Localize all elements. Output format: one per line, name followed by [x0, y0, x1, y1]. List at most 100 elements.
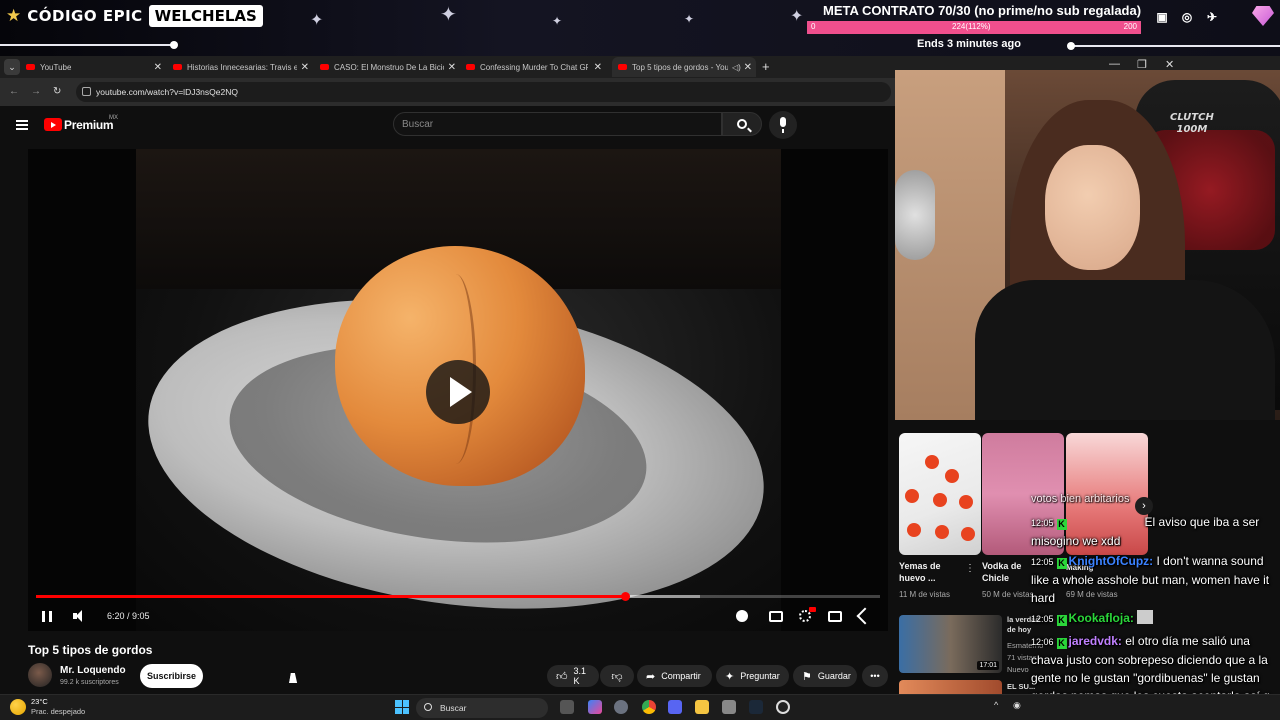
theater-icon — [828, 610, 842, 622]
dislike-button[interactable]: 👎︎ — [600, 665, 634, 687]
pause-button[interactable] — [42, 608, 52, 624]
streamer-face — [1045, 145, 1140, 270]
sparkle-icon: ✦ — [440, 4, 457, 26]
tab-top5-active[interactable]: Top 5 tipos de gordos - You ◁) ✕ — [612, 57, 756, 77]
like-button[interactable]: 👍︎ 3.1 K — [547, 665, 599, 687]
tab-caso[interactable]: CASO: El Monstruo De La Bicicl ✕ — [320, 57, 460, 77]
youtube-page: Premium MX Buscar 6:20 / 9:05 Top 5 tipo… — [0, 106, 895, 694]
chrome-icon[interactable] — [642, 700, 656, 714]
thumbs-down-icon: 👎︎ — [611, 670, 623, 683]
subtitles-button[interactable] — [769, 608, 783, 624]
twitch-icon: ▣ — [1156, 10, 1168, 24]
subscriber-count: 99.2 k suscriptores — [60, 679, 119, 686]
url-field[interactable]: youtube.com/watch?v=lDJ3nsQe2NQ — [76, 82, 891, 102]
sparkle-icon: ✦ — [310, 12, 324, 29]
obs-icon[interactable] — [776, 700, 790, 714]
weather-icon[interactable] — [10, 699, 26, 715]
youtube-favicon-icon — [173, 64, 182, 70]
channel-name[interactable]: Mr. Loquendo — [60, 665, 126, 676]
close-tab-icon[interactable]: ✕ — [154, 62, 162, 73]
search-icon — [737, 119, 747, 129]
video-player[interactable]: 6:20 / 9:05 — [28, 149, 888, 631]
minimize-icon[interactable]: — — [1109, 58, 1120, 70]
short-title[interactable]: Vodka de Chicle — [982, 560, 1030, 584]
app-icon[interactable] — [722, 700, 736, 714]
mute-button[interactable] — [73, 608, 87, 624]
star-icon: ★ — [6, 6, 22, 25]
forward-icon[interactable]: → — [31, 86, 41, 97]
voice-search-button[interactable] — [769, 111, 797, 139]
browser-address-bar: ← → ↻ youtube.com/watch?v=lDJ3nsQe2NQ — [0, 78, 895, 106]
youtube-logo-icon[interactable] — [44, 118, 62, 131]
short-thumbnail[interactable] — [899, 433, 981, 555]
close-tab-icon[interactable]: ✕ — [301, 62, 309, 73]
channel-avatar[interactable] — [28, 663, 52, 687]
fullscreen-button[interactable] — [856, 607, 874, 625]
short-views: 11 M de vistas — [899, 590, 950, 599]
windows-taskbar: 23°C Prac. despejado Buscar ^ ◉ — [0, 694, 1280, 720]
taskbar-search[interactable]: Buscar — [416, 698, 548, 718]
tab-confessing[interactable]: Confessing Murder To Chat GPT ✕ — [466, 57, 606, 77]
settings-button[interactable] — [799, 607, 816, 624]
back-icon[interactable]: ← — [9, 86, 19, 97]
more-actions-button[interactable]: ••• — [862, 665, 888, 687]
url-text: youtube.com/watch?v=lDJ3nsQe2NQ — [96, 87, 238, 97]
subscribe-button[interactable]: Suscribirse — [140, 664, 203, 688]
stream-overlay-header: ★ CÓDIGO EPIC WELCHELAS ✦ ✦ ✦ ✦ ✦ META C… — [0, 0, 1280, 702]
close-tab-icon[interactable]: ✕ — [744, 62, 752, 73]
search-button[interactable] — [722, 112, 762, 136]
youtube-favicon-icon — [26, 64, 35, 70]
weather-temperature[interactable]: 23°C — [31, 697, 48, 706]
goal-min: 0 — [811, 22, 816, 31]
task-view-icon[interactable] — [560, 700, 574, 714]
close-tab-icon[interactable]: ✕ — [448, 62, 456, 73]
sparkle-icon: ✦ — [552, 14, 563, 28]
theater-button[interactable] — [828, 608, 842, 624]
chat-badge-icon: K — [1056, 615, 1067, 626]
discord-icon[interactable] — [668, 700, 682, 714]
copilot-icon[interactable] — [588, 700, 602, 714]
short-title[interactable]: Yemas de huevo ... — [899, 560, 959, 584]
gem-icon — [1252, 6, 1274, 26]
reload-icon[interactable]: ↻ — [53, 86, 61, 97]
search-input[interactable]: Buscar — [393, 112, 722, 136]
settings-app-icon[interactable] — [614, 700, 628, 714]
fullscreen-icon — [856, 607, 874, 625]
recommended-video-thumbnail[interactable]: 17:01 — [899, 615, 1002, 673]
close-tab-icon[interactable]: ✕ — [594, 62, 602, 73]
chair-logo: CLUTCH 100M — [1170, 112, 1214, 135]
weather-description[interactable]: Prac. despejado — [31, 707, 85, 716]
tray-chevron-icon[interactable]: ^ — [994, 700, 998, 710]
steam-icon[interactable] — [749, 700, 763, 714]
file-explorer-icon[interactable] — [695, 700, 709, 714]
video-progress-bar[interactable] — [36, 592, 880, 601]
tab-search-button[interactable]: ⌄ — [4, 59, 20, 75]
new-badge: Nuevo — [1007, 665, 1029, 674]
progress-fill — [36, 595, 626, 598]
pause-icon — [42, 610, 52, 622]
tab-youtube[interactable]: YouTube ✕ — [26, 57, 166, 77]
video-duration: 17:01 — [977, 661, 999, 670]
ask-button[interactable]: ✦ Preguntar — [716, 665, 789, 687]
youtube-favicon-icon — [466, 64, 475, 70]
menu-icon[interactable] — [16, 120, 28, 130]
chat-partial-line: votos bien arbitarios — [1031, 493, 1130, 505]
recommended-video-thumbnail[interactable] — [899, 680, 1002, 694]
save-button[interactable]: ⚑ Guardar — [793, 665, 857, 687]
youtube-premium-logo[interactable]: Premium — [64, 118, 114, 132]
audio-icon[interactable]: ◁) — [732, 63, 741, 72]
site-info-icon[interactable] — [82, 87, 91, 96]
webcam-feed: CLUTCH 100M — [895, 70, 1280, 420]
start-button[interactable] — [395, 700, 409, 714]
play-button[interactable] — [426, 360, 490, 424]
autoplay-toggle[interactable] — [736, 608, 748, 624]
microphone — [895, 170, 935, 260]
chat-message: 12:05 K KnightOfCupz: I don't wanna sound … — [1031, 554, 1270, 605]
share-button[interactable]: ➦ Compartir — [637, 665, 712, 687]
new-tab-icon[interactable]: + — [762, 59, 770, 74]
tab-historias[interactable]: Historias Innecesarias: Travis el ✕ — [173, 57, 313, 77]
decorative-dot — [170, 41, 178, 49]
short-menu-icon[interactable]: ⋮ — [965, 563, 975, 574]
thumbs-up-icon: 👍︎ — [556, 670, 568, 683]
tray-app-icon[interactable]: ◉ — [1013, 700, 1021, 711]
